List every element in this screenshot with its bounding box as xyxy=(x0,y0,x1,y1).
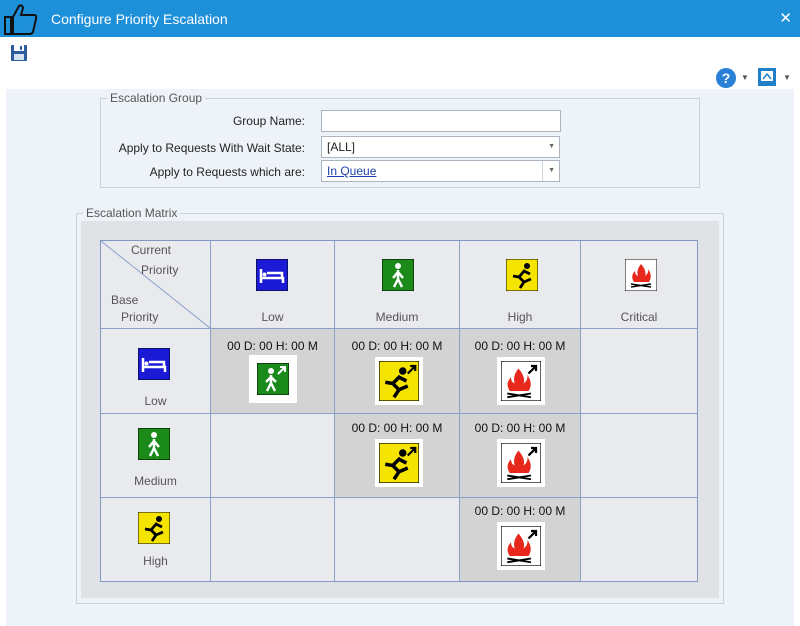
walking-person-icon xyxy=(382,259,414,291)
chevron-down-icon: ▼ xyxy=(548,167,555,174)
escalation-time-medium-critical: 00 D: 00 H: 00 M xyxy=(474,421,566,435)
screen-layout-icon[interactable] xyxy=(757,67,777,87)
grid-line xyxy=(101,497,697,498)
close-icon[interactable]: ✕ xyxy=(779,9,792,27)
column-label-high: High xyxy=(507,310,533,324)
bed-icon xyxy=(138,348,170,380)
group-name-input[interactable] xyxy=(321,110,561,132)
escalate-to-high-tile[interactable] xyxy=(375,357,423,405)
row-label-high: High xyxy=(143,554,168,568)
walking-person-escalate-icon xyxy=(257,363,289,395)
chevron-down-icon: ▼ xyxy=(548,143,555,150)
fire-escalate-icon xyxy=(501,443,541,483)
fire-escalate-icon xyxy=(501,526,541,566)
window-title: Configure Priority Escalation xyxy=(51,11,228,27)
escalate-to-critical-tile[interactable] xyxy=(497,357,545,405)
title-bar: Configure Priority Escalation ✕ xyxy=(0,0,800,37)
running-person-icon xyxy=(138,512,170,544)
corner-base-priority-label: Priority xyxy=(121,310,159,324)
escalation-group-legend: Escalation Group xyxy=(107,91,206,105)
in-queue-link[interactable]: In Queue xyxy=(327,164,376,178)
corner-base-label: Base xyxy=(111,293,139,307)
layout-dropdown-icon[interactable]: ▼ xyxy=(783,73,791,82)
corner-current-label: Current xyxy=(131,243,172,257)
escalation-time-medium-high: 00 D: 00 H: 00 M xyxy=(351,421,443,435)
group-name-label: Group Name: xyxy=(232,114,305,128)
grid-line xyxy=(101,413,697,414)
row-label-low: Low xyxy=(144,394,167,408)
select-divider xyxy=(542,161,543,181)
grid-line xyxy=(334,241,335,581)
escalate-to-critical-tile[interactable] xyxy=(497,522,545,570)
column-label-critical: Critical xyxy=(620,310,658,324)
thumbs-up-icon xyxy=(4,4,38,35)
escalation-time-low-critical: 00 D: 00 H: 00 M xyxy=(474,339,566,353)
running-person-icon xyxy=(506,259,538,291)
column-label-medium: Medium xyxy=(375,310,419,324)
help-icon[interactable]: ? xyxy=(716,68,736,88)
corner-priority-label: Priority xyxy=(141,263,179,277)
requests-which-are-select[interactable]: In Queue ▼ xyxy=(321,160,560,182)
running-person-escalate-icon xyxy=(379,443,419,483)
escalation-time-low-medium: 00 D: 00 H: 00 M xyxy=(227,339,318,353)
escalation-matrix-legend: Escalation Matrix xyxy=(83,206,181,220)
requests-which-are-label: Apply to Requests which are: xyxy=(149,165,305,179)
running-person-escalate-icon xyxy=(379,361,419,401)
column-label-low: Low xyxy=(261,310,284,324)
grid-line xyxy=(459,241,460,581)
fire-escalate-icon xyxy=(501,361,541,401)
walking-person-icon xyxy=(138,428,170,460)
wait-state-select[interactable]: [ALL] ▼ xyxy=(321,136,560,158)
escalation-time-low-high: 00 D: 00 H: 00 M xyxy=(351,339,443,353)
escalation-time-high-critical: 00 D: 00 H: 00 M xyxy=(474,504,566,518)
fire-icon xyxy=(625,259,657,291)
grid-line xyxy=(210,241,211,581)
escalate-to-critical-tile[interactable] xyxy=(497,439,545,487)
wait-state-value: [ALL] xyxy=(327,140,356,154)
grid-line xyxy=(101,328,697,329)
wait-state-label: Apply to Requests With Wait State: xyxy=(118,141,305,155)
escalate-to-high-tile[interactable] xyxy=(375,439,423,487)
floppy-disk-icon[interactable] xyxy=(10,44,28,62)
bed-icon xyxy=(256,259,288,291)
row-label-medium: Medium xyxy=(134,474,177,488)
help-dropdown-icon[interactable]: ▼ xyxy=(741,73,749,82)
grid-line xyxy=(580,241,581,581)
escalate-to-medium-tile[interactable] xyxy=(249,355,297,403)
